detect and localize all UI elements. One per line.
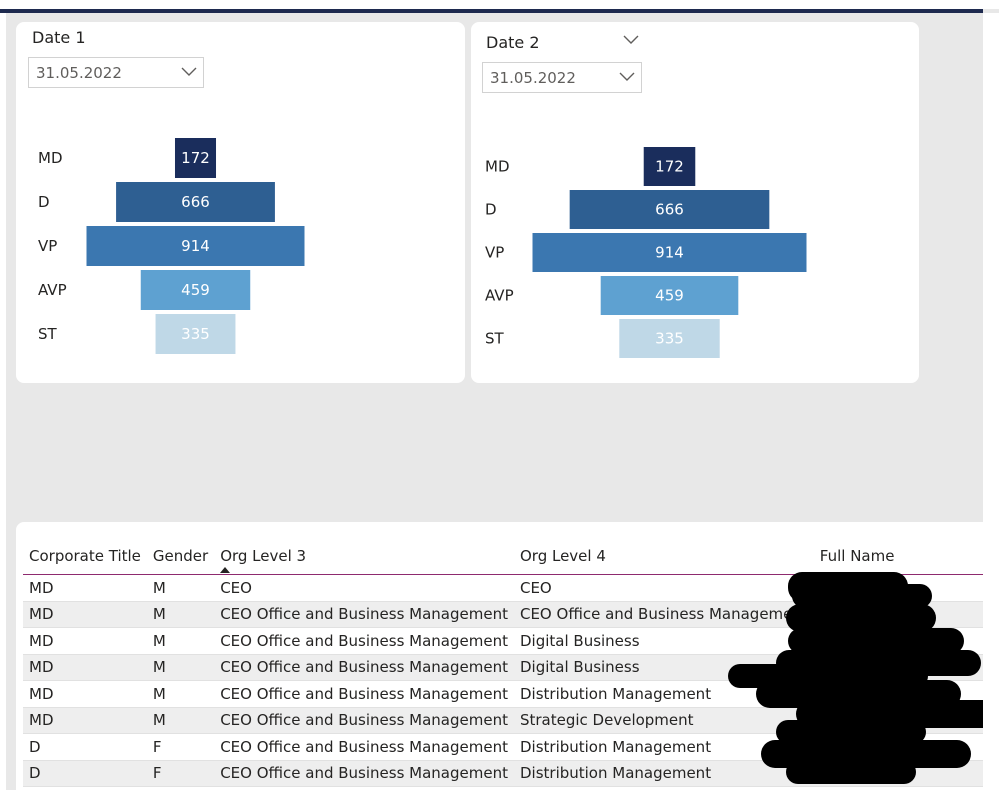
table-cell: CEO Office and Business Management bbox=[519, 605, 808, 624]
funnel-data-label: 666 bbox=[655, 201, 684, 219]
table-cell: MD bbox=[29, 631, 54, 650]
column-header-org-level-3[interactable]: Org Level 3 bbox=[214, 538, 514, 575]
table-cell: MD bbox=[29, 711, 54, 730]
table-cell: Distribution Management bbox=[519, 737, 712, 756]
table-row[interactable]: MD M CEO Office and Business Management Str… bbox=[23, 707, 983, 734]
table-row[interactable]: D F CEO Office and Business Management Dist… bbox=[23, 760, 983, 787]
table-cell: M bbox=[152, 658, 166, 677]
funnel-data-label: 335 bbox=[655, 330, 684, 348]
table-cell bbox=[814, 654, 983, 681]
column-header-gender[interactable]: Gender bbox=[147, 538, 214, 575]
table-cell bbox=[814, 681, 983, 708]
table-cell: CEO bbox=[220, 578, 252, 597]
column-header-org-level-4[interactable]: Org Level 4 bbox=[514, 538, 814, 575]
funnel-data-label: 459 bbox=[181, 281, 210, 299]
table-cell: Distribution Management bbox=[519, 764, 712, 783]
funnel-data-label: 914 bbox=[181, 237, 210, 255]
table-cell: M bbox=[152, 631, 166, 650]
table-cell: D bbox=[29, 737, 41, 756]
table-cell: CEO Office and Business Management bbox=[220, 684, 508, 703]
table-cell bbox=[814, 760, 983, 787]
funnel-category-label: MD bbox=[485, 158, 510, 176]
column-header-org-level-3-label: Org Level 3 bbox=[220, 547, 307, 565]
table-cell: M bbox=[152, 684, 166, 703]
table-header-row: Corporate Title Gender Org Level 3 Org L… bbox=[23, 538, 983, 575]
table-cell: M bbox=[152, 605, 166, 624]
canvas-left-edge bbox=[0, 13, 6, 790]
table-cell: MD bbox=[29, 605, 54, 624]
table-cell: Digital Business bbox=[519, 658, 640, 677]
table-cell: Distribution Management bbox=[519, 684, 712, 703]
top-bar bbox=[0, 0, 999, 9]
table-cell: Strategic Development bbox=[519, 711, 694, 730]
sort-ascending-icon bbox=[220, 567, 231, 573]
funnel-category-label: ST bbox=[485, 330, 505, 348]
table-cell: F bbox=[152, 737, 162, 756]
table-cell bbox=[814, 575, 983, 602]
employee-table-card: Corporate Title Gender Org Level 3 Org L… bbox=[16, 522, 983, 790]
table-cell: MD bbox=[29, 578, 54, 597]
table-row[interactable]: MD M CEO Office and Business Management Dig… bbox=[23, 628, 983, 655]
funnel-data-label: 335 bbox=[181, 325, 210, 343]
funnel-category-label: VP bbox=[485, 244, 504, 262]
table-cell bbox=[814, 707, 983, 734]
top-accent-line bbox=[0, 9, 983, 13]
table-cell bbox=[814, 601, 983, 628]
funnel-data-label: 459 bbox=[655, 287, 684, 305]
table-cell: F bbox=[152, 764, 162, 783]
table-cell: CEO Office and Business Management bbox=[220, 711, 508, 730]
funnel-category-label: D bbox=[38, 193, 50, 211]
table-row[interactable]: D F CEO Office and Business Management Dist… bbox=[23, 734, 983, 761]
funnel-category-label: AVP bbox=[485, 287, 514, 305]
table-cell: MD bbox=[29, 684, 54, 703]
table-cell bbox=[814, 734, 983, 761]
funnel-chart-1: 172 MD 666 D 914 VP 459 AVP 335 ST bbox=[38, 138, 305, 354]
table-cell: M bbox=[152, 578, 166, 597]
table-row[interactable]: MD M CEO Office and Business Management Dis… bbox=[23, 681, 983, 708]
table-row[interactable]: MD M CEO CEO bbox=[23, 575, 983, 602]
funnel-data-label: 172 bbox=[655, 158, 684, 176]
table-cell bbox=[814, 628, 983, 655]
table-cell: CEO Office and Business Management bbox=[220, 764, 508, 783]
table-row[interactable]: MD M CEO Office and Business Management CEO… bbox=[23, 601, 983, 628]
funnel-data-label: 666 bbox=[181, 193, 210, 211]
table-row[interactable]: MD M CEO Office and Business Management Dig… bbox=[23, 654, 983, 681]
date1-funnel-card: Date 1 31.05.2022 172 MD 666 D 914 VP 459 AVP 33… bbox=[16, 22, 465, 383]
funnel-category-label: AVP bbox=[38, 281, 67, 299]
table-cell: CEO bbox=[519, 578, 552, 597]
funnel-category-label: VP bbox=[38, 237, 57, 255]
column-header-full-name[interactable]: Full Name bbox=[814, 538, 983, 575]
date2-funnel-card: Date 2 31.05.2022 172 MD 666 D 914 VP 459 AVP 33… bbox=[471, 22, 919, 383]
table-cell: CEO Office and Business Management bbox=[220, 658, 508, 677]
table-cell: Digital Business bbox=[519, 631, 640, 650]
table-cell: CEO Office and Business Management bbox=[220, 605, 508, 624]
column-header-corporate-title[interactable]: Corporate Title bbox=[23, 538, 147, 575]
funnel-chart-2: 172 MD 666 D 914 VP 459 AVP 335 ST bbox=[485, 147, 807, 358]
canvas-right-edge bbox=[983, 13, 999, 790]
funnel-category-label: MD bbox=[38, 149, 63, 167]
table-cell: CEO Office and Business Management bbox=[220, 737, 508, 756]
funnel-data-label: 914 bbox=[655, 244, 684, 262]
funnel-category-label: D bbox=[485, 201, 497, 219]
funnel-category-label: ST bbox=[38, 325, 58, 343]
employee-table: Corporate Title Gender Org Level 3 Org L… bbox=[23, 538, 983, 787]
funnel-data-label: 172 bbox=[181, 149, 210, 167]
table-cell: D bbox=[29, 764, 41, 783]
table-cell: MD bbox=[29, 658, 54, 677]
table-cell: M bbox=[152, 711, 166, 730]
table-cell: CEO Office and Business Management bbox=[220, 631, 508, 650]
